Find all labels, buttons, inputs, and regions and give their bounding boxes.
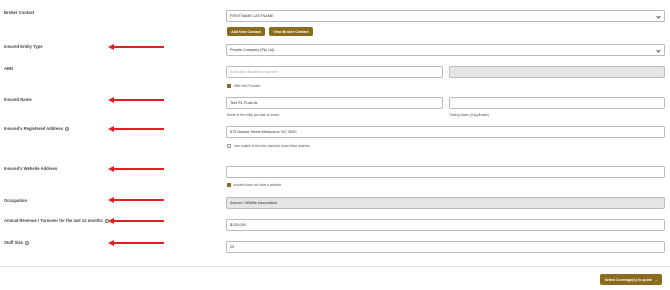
chevron-down-icon [656,48,661,53]
abn-input[interactable]: Australian Business Number [226,66,443,78]
abn-not-provided-checkbox[interactable]: ABN Not Provided [227,84,260,88]
website-input[interactable] [226,166,665,178]
broker-contact-label: Broker Contact [4,10,35,15]
view-broker-contact-button[interactable]: View Broker Contact [269,27,313,36]
checkbox-box[interactable] [227,183,231,187]
entity-type-select[interactable]: Private Company (Pty Ltd) [226,44,665,56]
revenue-input[interactable]: $125,000 [226,219,665,231]
checkbox-box[interactable] [227,144,231,148]
annotation-arrow-insured-name [108,97,164,103]
registered-address-input[interactable]: 575 Bourke Street Melbourne VIC 3000 [226,126,665,138]
no-website-checkbox[interactable]: Insured does not have a website [227,183,281,187]
annotation-arrow-website [108,166,164,172]
trading-name-input[interactable] [449,97,665,109]
trading-name-help: Trading Name (if applicable) [449,113,489,117]
insured-name-help: Name of the entity you wish to insure [227,113,280,117]
add-new-contact-button[interactable]: Add New Contact [227,27,265,36]
footer-divider [0,266,670,267]
abn-label: ABN [4,66,14,71]
insured-name-input[interactable]: Test RL PLab AL [226,97,443,109]
abn-lookup-field [449,66,665,78]
website-label: Insured's Website Address [4,166,58,171]
occupation-label: Occupation [4,198,28,203]
entity-type-label: Insured Entity Type [4,44,43,49]
annotation-arrow-entity-type [108,44,164,50]
unable-to-find-address-checkbox[interactable]: I am unable to find the insured's head o… [227,144,310,148]
occupation-field: Animal / Wildlife Association [226,197,665,209]
annotation-arrow-registered-address [108,126,164,132]
annotation-arrow-occupation [108,197,164,203]
broker-contact-select[interactable]: FIRSTNAME LASTNAME [226,10,665,22]
annotation-arrow-revenue [108,218,164,224]
staff-size-input[interactable]: 25 [226,241,665,253]
staff-size-label: Staff Size i [4,240,29,245]
info-icon[interactable]: i [24,240,29,245]
registered-address-label: Insured's Registered Address i [4,126,70,131]
revenue-label: Annual Revenue / Turnover for the last 1… [4,218,109,223]
checkbox-box[interactable] [227,84,231,88]
chevron-down-icon [656,14,661,19]
arrow-right-icon: → [653,277,658,282]
annotation-arrow-staff-size [108,240,164,246]
insured-name-label: Insured Name [4,97,32,102]
select-coverage-button[interactable]: Select Coverage(s) to quote → [600,274,662,285]
info-icon[interactable]: i [65,126,70,131]
